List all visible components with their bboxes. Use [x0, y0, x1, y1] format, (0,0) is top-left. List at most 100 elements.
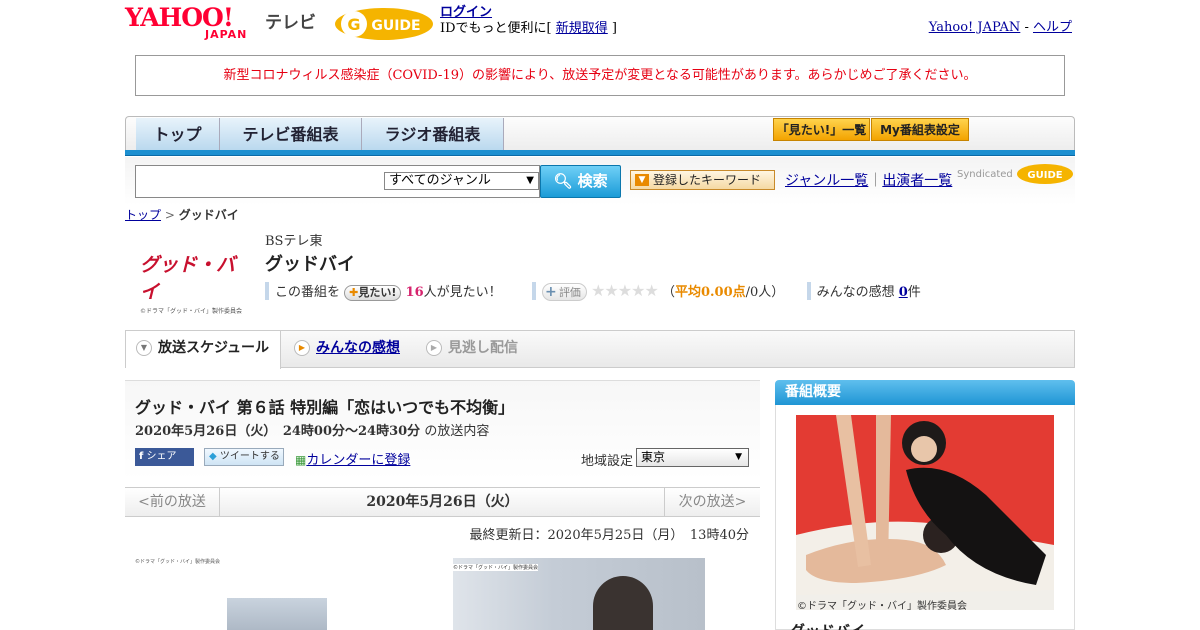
episode-thumbnail-1[interactable]: ©ドラマ「グッド・バイ」製作委員会 [135, 558, 385, 630]
search-button-label: 検索 [577, 172, 608, 190]
login-sub-prefix: IDでもっと便利に[ [440, 21, 556, 36]
top-right-links: Yahoo! JAPAN - ヘルプ [929, 16, 1072, 35]
building-image [227, 598, 327, 630]
top-links-sep: - [1020, 20, 1033, 35]
play-icon: ▶ [294, 340, 310, 356]
facebook-icon: f [139, 451, 144, 462]
this-program-label: この番組を [275, 285, 341, 300]
overview-program-title: グッドバイ [790, 620, 865, 630]
kansou-label: みんなの感想 [816, 285, 895, 300]
play-icon: ▶ [426, 340, 442, 356]
genre-list-link[interactable]: ジャンル一覧 [785, 173, 868, 189]
genre-links-pipe: ｜ [868, 173, 883, 189]
search-icon: 🔍︎ [553, 172, 573, 190]
tab-reviews[interactable]: ▶ みんなの感想 [294, 331, 400, 367]
triangle-down-icon: ▼ [136, 340, 152, 356]
program-logo-text: グッド・バイ [140, 254, 236, 303]
day-navigation: <前の放送 2020年5月26日（火） 次の放送> [125, 487, 760, 517]
mitai-button-label: 見たい! [358, 286, 397, 299]
rate-button[interactable]: + 評価 [541, 283, 587, 301]
login-sub-suffix: ] [607, 21, 617, 36]
twitter-bird-icon: ◆ [209, 451, 217, 462]
stat-divider [806, 282, 811, 300]
kansou-count-link[interactable]: 0 [899, 285, 908, 300]
chevron-down-icon: ▼ [526, 175, 534, 186]
region-label: 地域設定 [581, 454, 634, 469]
tweet-button[interactable]: ◆ ツイートする [204, 448, 284, 466]
calendar-register[interactable]: ▦カレンダーに登録 [295, 449, 410, 468]
prev-broadcast-button[interactable]: <前の放送 [125, 488, 220, 516]
rate-button-label: 評価 [558, 286, 581, 299]
last-updated: 最終更新日：2020年5月25日（月） 13時40分 [469, 528, 749, 543]
registered-keyword-label: 登録したキーワード [653, 173, 762, 187]
key-visual-credit: ©ドラマ「グッド・バイ」製作委員会 [797, 601, 967, 612]
plus-icon: + [544, 284, 557, 300]
facebook-share-label: シェア [146, 451, 177, 462]
episode-time-suffix: の放送内容 [424, 424, 490, 439]
region-select-value: 東京 [641, 450, 666, 464]
syndicated-label: Syndicated [957, 169, 1013, 180]
yahoo-japan-link[interactable]: Yahoo! JAPAN [929, 20, 1021, 35]
tweet-label: ツイートする [219, 451, 280, 462]
episode-title: グッド・バイ 第６話 特別編「恋はいつでも不均衡」 [135, 398, 515, 417]
login-link[interactable]: ログイン [440, 5, 492, 20]
tab-catchup[interactable]: ▶ 見逃し配信 [426, 331, 518, 367]
calendar-link: カレンダーに登録 [306, 453, 411, 468]
avg-suffix: /0人） [745, 285, 785, 300]
rating-stars: ★★★★★ [591, 281, 659, 300]
signup-link[interactable]: 新規取得 [556, 21, 608, 36]
breadcrumb-top-link[interactable]: トップ [125, 208, 161, 222]
thumbnail-credit: ©ドラマ「グッド・バイ」製作委員会 [135, 559, 221, 565]
svg-text:G: G [347, 15, 360, 34]
program-subtabs: ▼ 放送スケジュール ▶ みんなの感想 ▶ 見逃し配信 [125, 330, 1075, 369]
performer-list-link[interactable]: 出演者一覧 [882, 173, 952, 189]
person-image [593, 576, 653, 630]
gguide-small-word: GUIDE [1027, 170, 1062, 181]
tab-radio-listings[interactable]: ラジオ番組表 [362, 118, 504, 151]
mitai-list-button[interactable]: 「見たい!」一覧 [773, 118, 870, 141]
registered-keyword-button[interactable]: ▼ 登録したキーワード [630, 170, 775, 190]
stat-divider [531, 282, 536, 300]
thumbnail-credit: ©ドラマ「グッド・バイ」製作委員会 [453, 564, 539, 571]
program-logo-credit: ©ドラマ「グッド・バイ」製作委員会 [140, 308, 243, 315]
channel-name: BSテレ東 [265, 234, 323, 249]
syndicated-gguide: Syndicated GUIDE [957, 163, 1074, 185]
login-box: ログイン IDでもっと便利に[ 新規取得 ] [440, 5, 617, 37]
breadcrumb-current: グッドバイ [178, 208, 239, 222]
current-broadcast-date: 2020年5月26日（火） [366, 494, 519, 510]
help-link[interactable]: ヘルプ [1033, 20, 1072, 35]
facebook-share-button[interactable]: f シェア [135, 448, 194, 466]
gguide-word: GUIDE [371, 18, 420, 34]
my-listings-settings-button[interactable]: My番組表設定 [871, 118, 969, 141]
gguide-small-logo: GUIDE [1016, 164, 1073, 184]
genre-select[interactable]: すべてのジャンル ▼ [384, 172, 539, 190]
program-title: グッドバイ [265, 254, 355, 275]
plus-icon: ✚ [349, 286, 359, 299]
tab-broadcast-schedule[interactable]: ▼ 放送スケジュール [126, 331, 281, 369]
episode-thumbnail-2[interactable]: ©ドラマ「グッド・バイ」製作委員会 [453, 558, 705, 630]
program-key-visual [796, 415, 1054, 610]
search-button[interactable]: 🔍︎ 検索 [540, 165, 621, 198]
main-nav: トップ テレビ番組表 ラジオ番組表 「見たい!」一覧 My番組表設定 [125, 116, 1075, 152]
gguide-logo: G GUIDE [334, 6, 434, 42]
genre-links: ジャンル一覧｜出演者一覧 [785, 170, 952, 190]
kansou-unit: 件 [907, 285, 921, 300]
next-broadcast-button[interactable]: 次の放送> [664, 488, 760, 516]
mitai-suffix: 人が見たい！ [423, 285, 502, 300]
mitai-button[interactable]: ✚見たい! [344, 285, 402, 301]
tab-top[interactable]: トップ [136, 118, 220, 151]
avg-prefix: （ [661, 285, 675, 300]
genre-select-value: すべてのジャンル [389, 173, 491, 188]
tab-tv-listings[interactable]: テレビ番組表 [220, 118, 362, 151]
tab-reviews-label: みんなの感想 [316, 340, 400, 356]
chevron-down-icon: ▼ [735, 452, 742, 462]
yahoo-logo-word: YAHOO! [125, 3, 234, 32]
yahoo-japan-logo[interactable]: YAHOO! JAPAN [125, 3, 246, 41]
covid-notice: 新型コロナウィルス感染症（COVID-19）の影響により、放送予定が変更となる可… [135, 55, 1065, 96]
program-stats: この番組を ✚見たい! 16人が見たい！ + 評価 ★★★★★ （平均0.00点/… [265, 281, 921, 301]
region-select[interactable]: 東京 ▼ [636, 448, 749, 467]
service-name: テレビ [265, 13, 316, 33]
episode-time-line: 2020年5月26日（火） 24時00分～24時30分 の放送内容 [135, 420, 489, 439]
breadcrumb: トップ > グッドバイ [125, 206, 239, 223]
tab-catchup-label: 見逃し配信 [448, 340, 518, 356]
